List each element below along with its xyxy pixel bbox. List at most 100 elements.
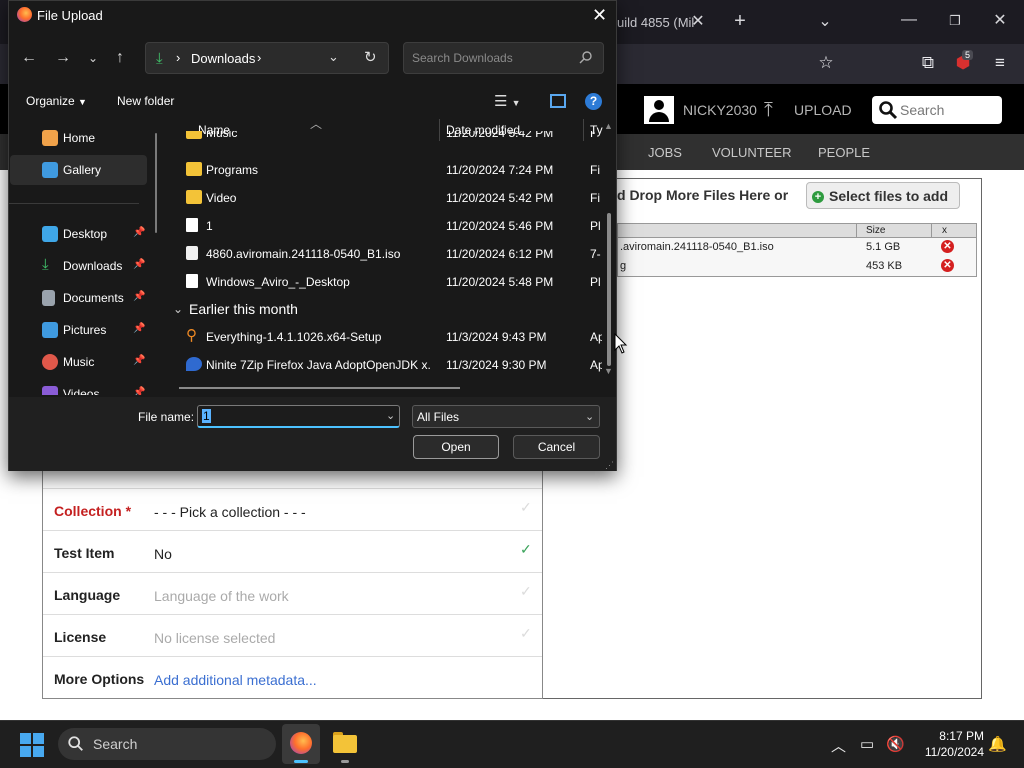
clock-date[interactable]: 11/20/2024: [905, 745, 984, 759]
form-row-collection[interactable]: Collection * - - - Pick a collection - -…: [43, 488, 542, 530]
file-list-horizontal-scrollbar[interactable]: [179, 387, 460, 389]
notifications-bell-icon[interactable]: 🔔: [988, 735, 1007, 753]
nav-item-pictures[interactable]: Pictures 📌: [10, 315, 147, 345]
pin-icon[interactable]: 📌: [133, 259, 145, 270]
open-button[interactable]: Open: [413, 435, 499, 459]
recent-locations-chevron-icon[interactable]: ⌄: [88, 51, 98, 65]
breadcrumb-downloads[interactable]: Downloads: [191, 51, 255, 66]
upload-icon[interactable]: ⤒: [764, 99, 773, 122]
license-value[interactable]: No license selected: [154, 630, 275, 646]
group-header-earlier-this-month[interactable]: ⌄ Earlier this month: [173, 301, 593, 323]
nav-pane-scrollbar[interactable]: [155, 133, 157, 233]
dialog-close-icon[interactable]: ✕: [592, 5, 607, 26]
language-value[interactable]: Language of the work: [154, 588, 289, 604]
remove-file-icon[interactable]: ✕: [941, 240, 954, 253]
show-hidden-icons-chevron-icon[interactable]: ︿: [831, 735, 846, 756]
collection-value[interactable]: - - - Pick a collection - - -: [154, 504, 306, 520]
taskbar-file-explorer-button[interactable]: [326, 724, 364, 764]
breadcrumb-separator-icon[interactable]: ›: [176, 50, 180, 65]
nav-item-gallery[interactable]: Gallery: [10, 155, 147, 185]
nav-item-desktop[interactable]: Desktop 📌: [10, 219, 147, 249]
file-row[interactable]: Ninite 7Zip Firefox Java AdoptOpenJDK x.…: [165, 351, 602, 379]
group-label: Earlier this month: [189, 301, 298, 317]
file-date: 11/20/2024 5:42 PM: [446, 191, 554, 205]
scroll-up-arrow-icon[interactable]: ▲: [604, 121, 613, 131]
breadcrumb-separator-icon[interactable]: ›: [257, 50, 261, 65]
form-row-license[interactable]: License No license selected ✓: [43, 614, 542, 656]
test-item-value[interactable]: No: [154, 546, 172, 562]
organize-button[interactable]: Organize ▼: [26, 94, 87, 108]
browser-tab-title[interactable]: uild 4855 (Mil: [617, 15, 695, 30]
taskbar-firefox-button[interactable]: [282, 724, 320, 764]
pin-icon[interactable]: 📌: [133, 227, 145, 238]
collapse-chevron-icon[interactable]: ⌄: [173, 302, 183, 316]
windows-start-icon[interactable]: [20, 733, 44, 757]
upload-file-table: Size x .aviromain.241118-0540_B1.iso 5.1…: [617, 223, 977, 277]
form-row-test-item[interactable]: Test Item No ✓: [43, 530, 542, 572]
file-type-select[interactable]: All Files ⌄: [412, 405, 600, 428]
change-view-icon[interactable]: ☰ ▼: [494, 92, 521, 110]
chevron-down-icon[interactable]: ⌄: [386, 409, 395, 422]
minimize-icon[interactable]: —: [899, 12, 919, 28]
extensions-icon[interactable]: ⧉: [917, 53, 939, 73]
collection-label: Collection *: [54, 503, 132, 519]
pin-icon[interactable]: 📌: [133, 355, 145, 366]
bookmark-star-icon[interactable]: ☆: [815, 53, 837, 73]
nav-item-downloads[interactable]: ⤓ Downloads 📌: [10, 251, 147, 281]
refresh-icon[interactable]: ↻: [364, 48, 377, 66]
dialog-title: File Upload: [37, 8, 103, 23]
search-downloads-input[interactable]: Search Downloads: [403, 42, 604, 74]
file-row[interactable]: ⚲ Everything-1.4.1.1026.x64-Setup 11/3/2…: [165, 323, 602, 351]
file-name: Ninite 7Zip Firefox Java AdoptOpenJDK x.…: [206, 358, 430, 372]
upload-link[interactable]: UPLOAD: [794, 102, 852, 118]
file-row[interactable]: 1 11/20/2024 5:46 PM Pl: [165, 212, 601, 240]
volume-muted-icon[interactable]: 🔇: [886, 735, 905, 753]
file-type: Ap: [590, 330, 602, 344]
new-tab-icon[interactable]: +: [730, 11, 750, 31]
add-metadata-link[interactable]: Add additional metadata...: [154, 672, 317, 688]
clock-time[interactable]: 8:17 PM: [918, 729, 984, 743]
username-link[interactable]: NICKY2030: [683, 102, 757, 118]
address-bar[interactable]: ⤓ › Downloads › ⌄ ↻: [145, 42, 389, 74]
resize-grip-icon[interactable]: ⋰: [605, 460, 614, 471]
site-search-input[interactable]: Search: [872, 96, 1002, 124]
nav-item-videos[interactable]: Videos 📌: [10, 379, 147, 395]
file-name-label: File name:: [138, 410, 195, 424]
preview-pane-icon[interactable]: [550, 94, 566, 108]
up-arrow-icon[interactable]: ↑: [116, 49, 124, 67]
taskbar-search-box[interactable]: Search: [58, 728, 276, 760]
pin-icon[interactable]: 📌: [133, 323, 145, 334]
user-avatar[interactable]: [644, 96, 674, 124]
file-row[interactable]: Windows_Aviro_-_Desktop 11/20/2024 5:48 …: [165, 268, 601, 296]
nav-volunteer[interactable]: VOLUNTEER: [712, 145, 791, 160]
cancel-button[interactable]: Cancel: [513, 435, 600, 459]
file-row[interactable]: Video 11/20/2024 5:42 PM Fi: [165, 184, 600, 212]
nav-item-home[interactable]: Home: [10, 123, 147, 153]
close-window-icon[interactable]: ✕: [990, 13, 1010, 29]
remove-file-icon[interactable]: ✕: [941, 259, 954, 272]
nav-item-documents[interactable]: Documents 📌: [10, 283, 147, 313]
file-row[interactable]: Programs 11/20/2024 7:24 PM Fi: [165, 156, 600, 184]
restore-icon[interactable]: ❐: [945, 13, 965, 29]
nav-item-music[interactable]: Music 📌: [10, 347, 147, 377]
file-row[interactable]: 4860.aviromain.241118-0540_B1.iso 11/20/…: [165, 240, 601, 268]
new-folder-button[interactable]: New folder: [117, 94, 174, 108]
address-dropdown-chevron-icon[interactable]: ⌄: [328, 49, 339, 65]
file-list-vertical-scrollbar[interactable]: [607, 213, 611, 366]
file-name-input[interactable]: 1 ⌄: [197, 405, 400, 428]
file-row[interactable]: Music 11/20/2024 5:42 PM Fi: [165, 131, 595, 147]
list-tabs-icon[interactable]: ⌄: [815, 14, 835, 30]
form-row-language[interactable]: Language Language of the work ✓: [43, 572, 542, 614]
network-icon[interactable]: ▭: [860, 735, 874, 753]
nav-jobs[interactable]: JOBS: [648, 145, 682, 160]
close-tab-icon[interactable]: ✕: [688, 14, 708, 30]
help-icon[interactable]: ?: [585, 93, 602, 110]
nav-people[interactable]: PEOPLE: [818, 145, 870, 160]
pin-icon[interactable]: 📌: [133, 291, 145, 302]
forward-arrow-icon[interactable]: →: [55, 49, 71, 67]
select-files-button[interactable]: + Select files to add: [806, 182, 960, 209]
pin-icon[interactable]: 📌: [133, 387, 145, 395]
scroll-down-arrow-icon[interactable]: ▼: [604, 366, 613, 376]
back-arrow-icon[interactable]: ←: [21, 49, 37, 67]
menu-icon[interactable]: ≡: [989, 53, 1011, 73]
